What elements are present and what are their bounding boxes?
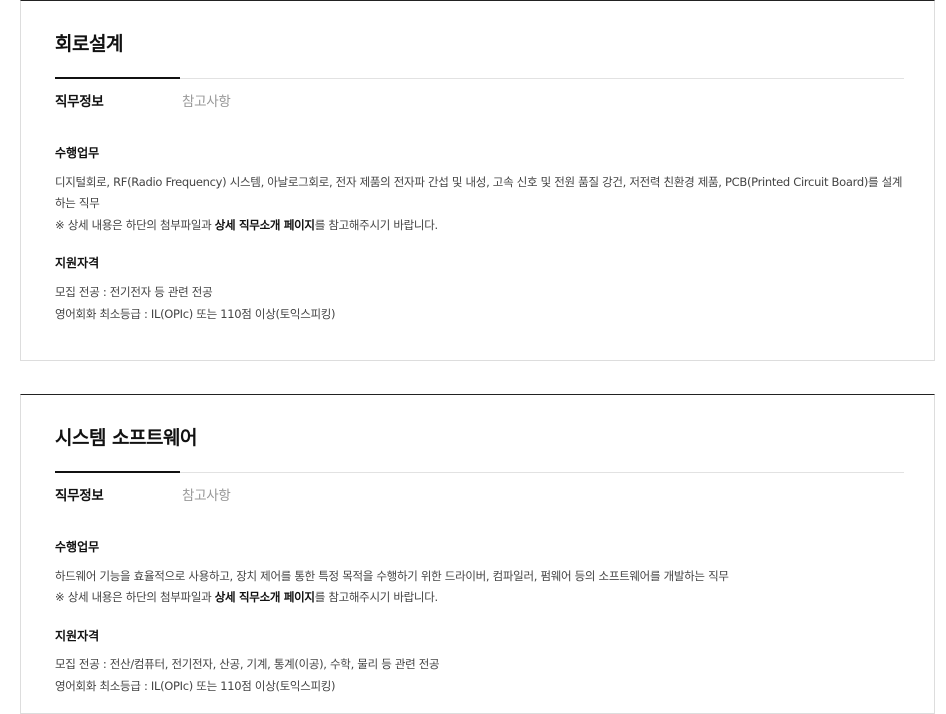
qualification-major: 모집 전공 : 전기전자 등 관련 전공 <box>55 285 213 299</box>
qualification-english: 영어회화 최소등급 : IL(OPIc) 또는 110점 이상(토익스피킹) <box>55 679 336 693</box>
job-tabs: 직무정보 참고사항 <box>55 471 904 513</box>
tab-job-info[interactable]: 직무정보 <box>55 90 104 110</box>
detail-note: ※ 상세 내용은 하단의 첨부파일과 상세 직무소개 페이지를 참고해주시기 바… <box>55 589 438 605</box>
qualification-heading: 지원자격 <box>55 629 100 643</box>
job-detail-page-link[interactable]: 상세 직무소개 페이지 <box>215 218 315 232</box>
active-tab-underline <box>55 77 180 79</box>
qualification-heading: 지원자격 <box>55 256 100 270</box>
job-tabs: 직무정보 참고사항 <box>55 77 904 119</box>
tab-reference[interactable]: 참고사항 <box>182 90 231 110</box>
job-card-circuit-design: 회로설계 직무정보 참고사항 수행업무 디지털회로, RF(Radio Freq… <box>20 0 935 361</box>
job-detail-page-link[interactable]: 상세 직무소개 페이지 <box>215 590 315 604</box>
duties-heading: 수행업무 <box>55 540 100 554</box>
duties-heading: 수행업무 <box>55 146 100 160</box>
duties-text: 하드웨어 기능을 효율적으로 사용하고, 장치 제어를 통한 특정 목적을 수행… <box>55 569 729 583</box>
note-suffix: 를 참고해주시기 바랍니다. <box>314 590 438 604</box>
job-title: 시스템 소프트웨어 <box>55 427 197 449</box>
job-card-system-software: 시스템 소프트웨어 직무정보 참고사항 수행업무 하드웨어 기능을 효율적으로 … <box>20 394 935 714</box>
detail-note: ※ 상세 내용은 하단의 첨부파일과 상세 직무소개 페이지를 참고해주시기 바… <box>55 217 438 233</box>
tab-reference[interactable]: 참고사항 <box>182 484 231 504</box>
note-suffix: 를 참고해주시기 바랍니다. <box>314 218 438 232</box>
duties-text: 디지털회로, RF(Radio Frequency) 시스템, 아날로그회로, … <box>55 175 903 210</box>
job-title: 회로설계 <box>55 33 123 55</box>
active-tab-underline <box>55 471 180 473</box>
note-prefix: ※ 상세 내용은 하단의 첨부파일과 <box>55 590 215 604</box>
qualification-major: 모집 전공 : 전산/컴퓨터, 전기전자, 산공, 기계, 통계(이공), 수학… <box>55 657 440 671</box>
tab-job-info[interactable]: 직무정보 <box>55 484 104 504</box>
qualification-english: 영어회화 최소등급 : IL(OPIc) 또는 110점 이상(토익스피킹) <box>55 307 336 321</box>
note-prefix: ※ 상세 내용은 하단의 첨부파일과 <box>55 218 215 232</box>
